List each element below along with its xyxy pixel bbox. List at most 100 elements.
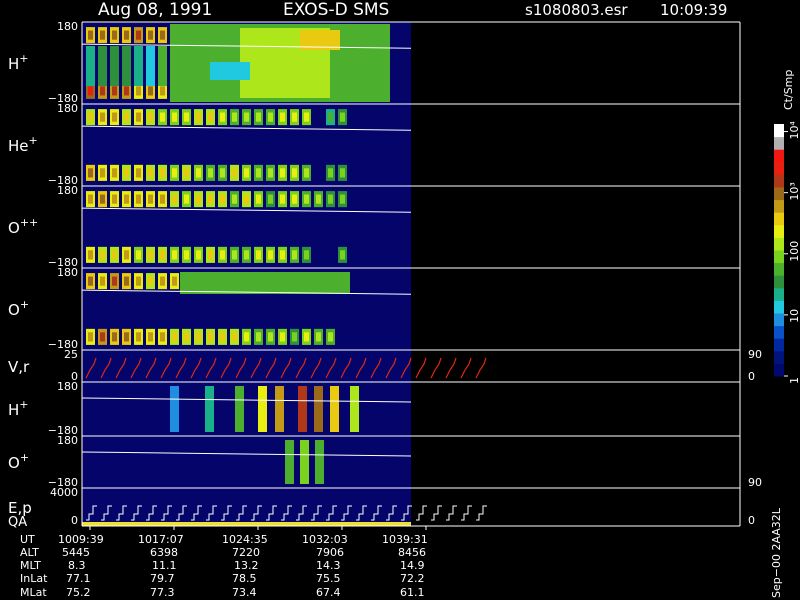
spectrogram-cell: [340, 250, 345, 260]
spectrogram-cell: [86, 46, 95, 86]
spectrogram-cell: [170, 386, 179, 432]
spectrogram-cell: [112, 112, 117, 122]
inlat-value: 78.5: [232, 572, 257, 585]
mlat-value: 67.4: [316, 586, 341, 599]
spectrogram-cell: [298, 386, 307, 432]
spectrogram-cell: [158, 46, 167, 86]
spectrogram-cell: [304, 250, 309, 260]
spectrogram-cell: [275, 386, 284, 432]
spectrogram-cell: [148, 112, 153, 122]
spectrogram-cell: [280, 250, 285, 260]
footer-label: ALT: [20, 546, 39, 559]
spectrogram-cell: [134, 46, 143, 86]
colorbar-segment: [774, 149, 784, 163]
spectrogram-cell: [280, 168, 285, 178]
spectrogram-cell: [232, 250, 237, 260]
spectrogram-cell: [136, 168, 141, 178]
spectrogram-cell: [280, 194, 285, 204]
alt-value: 6398: [150, 546, 178, 559]
spectrogram-cell: [184, 332, 189, 342]
panel-h-plus-1: [81, 21, 741, 104]
spectrogram-cell: [235, 386, 244, 432]
footer-label: MLT: [20, 559, 41, 572]
spectrogram-cell: [136, 332, 141, 342]
spectrogram-cell: [124, 332, 129, 342]
spectrogram-cell: [88, 194, 93, 204]
version-stamp: Sep−00 2AA32L: [770, 508, 783, 598]
colorbar-tick-label: 1: [788, 377, 800, 384]
right-tick-label: 90: [748, 348, 762, 361]
spectrogram-cell: [160, 332, 165, 342]
mlt-value: 11.1: [152, 559, 177, 572]
spectrogram-cell: [220, 332, 225, 342]
spectrogram-cell: [184, 168, 189, 178]
spectrogram-cell: [172, 332, 177, 342]
spectrogram-cell: [148, 86, 153, 96]
charge-superscript: +: [19, 52, 28, 65]
species-label: O+: [8, 298, 29, 319]
ephemeris-footer: UT 1009:39 1017:07 1024:35 1032:03 1039:…: [0, 526, 800, 600]
spectrogram-cell: [316, 332, 321, 342]
spectrogram-cell: [160, 276, 165, 286]
spectrogram-cell: [316, 194, 321, 204]
ut-value: 1032:03: [302, 533, 348, 546]
spectrogram-cell: [88, 332, 93, 342]
energy-step: [416, 505, 427, 521]
panel-o-plus-1: [81, 267, 741, 350]
energy-step: [461, 505, 472, 521]
spectrogram-cell: [100, 276, 105, 286]
spectrogram-cell: [122, 46, 131, 86]
panel-background: [82, 436, 411, 488]
spectrogram-cell: [256, 250, 261, 260]
spectrogram-cell: [256, 194, 261, 204]
colorbar-tick-label: 10: [788, 309, 800, 323]
spectrogram-cell: [268, 168, 273, 178]
spectrogram-cell: [232, 168, 237, 178]
spectrogram-cell: [340, 194, 345, 204]
spectrogram-cell: [268, 112, 273, 122]
spectrogram-cell: [112, 276, 117, 286]
spectrogram-cell: [304, 112, 309, 122]
mlat-value: 73.4: [232, 586, 257, 599]
inlat-value: 79.7: [150, 572, 175, 585]
footer-label: UT: [20, 533, 35, 546]
colorbar-tick-label: 10³: [788, 182, 800, 200]
spectrogram-cell: [160, 194, 165, 204]
spectrogram-cell: [100, 30, 105, 40]
energy-step: [446, 505, 457, 521]
spectrogram-cell: [340, 168, 345, 178]
species-label: O+: [8, 451, 29, 472]
spectrogram-cell: [292, 168, 297, 178]
spectrogram-cell: [328, 194, 333, 204]
panel-h-plus-2: [81, 381, 741, 436]
spectrogram-cell: [124, 112, 129, 122]
spectrogram-cell: [172, 250, 177, 260]
spectrogram-cell: [196, 112, 201, 122]
spectrogram-cell: [220, 168, 225, 178]
spectrogram-cell: [244, 194, 249, 204]
spectrogram-cell: [148, 332, 153, 342]
spectrogram-cell: [244, 168, 249, 178]
spectrogram-cell: [184, 194, 189, 204]
mlt-value: 8.3: [68, 559, 86, 572]
footer-row-alt: ALT 5445 6398 7220 7906 8456: [0, 546, 800, 559]
spectrogram-cell: [232, 332, 237, 342]
charge-superscript: ++: [20, 216, 38, 229]
ut-value: 1009:39: [58, 533, 104, 546]
colorbar-segment: [774, 250, 784, 264]
colorbar-segment: [774, 338, 784, 352]
mlat-value: 61.1: [400, 586, 425, 599]
panel-ep-qa: [81, 487, 741, 526]
footer-label: InLat: [20, 572, 48, 585]
footer-label: MLat: [20, 586, 47, 599]
spectrogram-cell: [208, 194, 213, 204]
spectrogram-cell: [340, 112, 345, 122]
energy-step: [476, 505, 487, 521]
spectrogram-cell: [124, 86, 129, 96]
spectrogram-cell: [304, 168, 309, 178]
velocity-trace: [475, 357, 487, 379]
species-label: V,r: [8, 358, 30, 376]
footer-row-ut: UT 1009:39 1017:07 1024:35 1032:03 1039:…: [0, 533, 800, 546]
colorbar-segment: [774, 199, 784, 213]
spectrogram-cell: [110, 46, 119, 86]
